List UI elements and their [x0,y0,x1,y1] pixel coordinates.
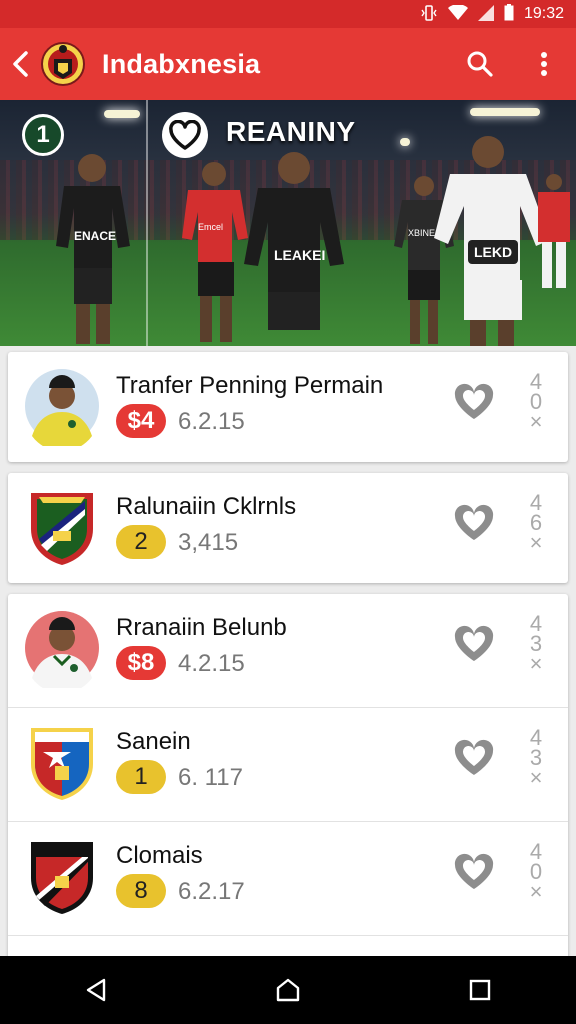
heart-icon [454,504,494,540]
list-item[interactable]: Ralunaiin Cklrnls 2 3,415 4 6 × [8,473,568,585]
item-side-info: 4 0 × [526,371,546,433]
item-value: 6.2.15 [178,408,245,435]
favorite-button[interactable] [450,499,498,547]
club-crest [24,836,100,916]
overflow-menu-button[interactable] [512,28,576,100]
battery-icon [504,4,514,24]
favorite-button[interactable] [450,734,498,782]
stadium-light [400,138,410,146]
status-time: 19:32 [523,5,564,22]
search-button[interactable] [448,28,512,100]
player-figure [538,174,570,288]
item-badge: $8 [116,646,166,680]
item-value: 6.2.17 [178,878,245,905]
list-item[interactable]: Tranfer Penning Permain $4 6.2.15 4 0 × [8,352,568,464]
item-badge: 2 [116,525,166,559]
favorite-button[interactable] [450,620,498,668]
hero-title: REANINY [226,116,356,147]
favorite-button[interactable] [450,848,498,896]
item-side-info: 4 6 × [526,492,546,554]
close-icon[interactable]: × [526,411,546,433]
list-card: Ralunaiin Cklrnls 2 3,415 4 6 × [8,473,568,583]
item-list: Tranfer Penning Permain $4 6.2.15 4 0 × [8,352,568,964]
item-name: Clomais [116,842,203,869]
player-avatar [24,608,100,688]
item-name: Sanein [116,728,191,755]
close-icon[interactable]: × [526,653,546,675]
item-side-info: 4 3 × [526,727,546,789]
back-button[interactable] [2,28,38,100]
heart-icon [169,120,201,150]
close-icon[interactable]: × [526,532,546,554]
item-badge: 8 [116,874,166,908]
app-title: Indabxnesia [102,48,261,79]
search-icon [467,51,493,77]
system-nav-bar [0,956,576,1024]
heart-icon [454,853,494,889]
club-logo [40,37,86,91]
item-value: 6. 117 [178,764,243,791]
list-item[interactable]: Clomais 8 6.2.17 4 0 × [8,821,568,935]
signal-icon [477,4,494,24]
item-badge: 1 [116,760,166,794]
item-badge: $4 [116,404,166,438]
item-name: Rranaiin Belunb [116,614,287,641]
item-name: Tranfer Penning Permain [116,372,384,399]
favorite-button[interactable] [450,378,498,426]
rank-badge: 1 [22,114,64,156]
jersey-text: LEAKEI [274,247,325,263]
heart-icon [454,625,494,661]
club-crest [24,722,100,802]
nav-recents-button[interactable] [450,960,510,1020]
more-vertical-icon [541,52,547,76]
hero-divider [146,100,148,346]
status-bar: 19:32 [0,0,576,28]
player-figure: LEAKEI [244,152,344,330]
heart-icon [454,383,494,419]
item-side-info: 4 3 × [526,613,546,675]
stadium-light [104,110,140,118]
jersey-text: LEKD [474,244,512,260]
item-value: 3,415 [178,529,239,556]
jersey-text: ENACE [74,229,116,243]
home-icon [276,978,300,1002]
item-side-info: 4 0 × [526,841,546,903]
wifi-icon [447,3,468,24]
app-bar: Indabxnesia [0,28,576,100]
vibrate-icon [420,4,438,25]
nav-home-button[interactable] [258,960,318,1020]
close-icon[interactable]: × [526,767,546,789]
list-item[interactable]: Sanein 1 6. 117 4 3 × [8,707,568,821]
item-value: 4.2.15 [178,650,245,677]
square-recents-icon [469,979,491,1001]
heart-icon [454,739,494,775]
item-name: Ralunaiin Cklrnls [116,493,297,520]
list-card: Tranfer Penning Permain $4 6.2.15 4 0 × [8,352,568,462]
jersey-text: Emcel [198,222,223,232]
arrow-back-icon [13,51,28,77]
close-icon[interactable]: × [526,881,546,903]
player-figure: ENACE [56,154,130,344]
list-card: Rranaiin Belunb $8 4.2.15 4 3 × Sanein 1… [8,594,568,964]
club-crest [24,487,100,567]
stadium-light [470,108,540,116]
list-item[interactable]: Rranaiin Belunb $8 4.2.15 4 3 × [8,594,568,707]
hero-banner[interactable]: ENACE Emcel LEAKEI XBINE LEKD 1 REANINY [0,100,576,346]
nav-back-button[interactable] [66,960,126,1020]
triangle-back-icon [86,978,106,1002]
player-avatar [24,366,100,446]
hero-favorite-button[interactable] [162,112,208,158]
